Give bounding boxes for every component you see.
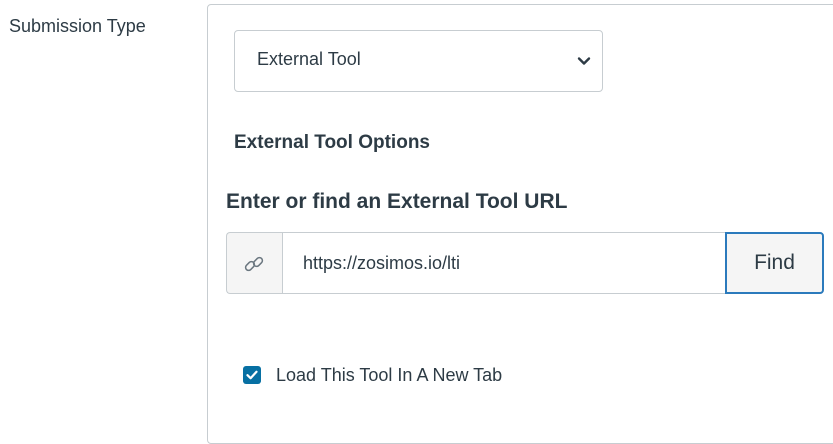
url-prefix-addon	[226, 232, 282, 294]
find-button[interactable]: Find	[725, 232, 824, 294]
load-in-new-tab-option[interactable]: Load This Tool In A New Tab	[243, 363, 502, 387]
load-in-new-tab-label: Load This Tool In A New Tab	[276, 364, 503, 385]
external-tool-url-heading: Enter or find an External Tool URL	[226, 190, 568, 213]
submission-type-selected-value: External Tool	[257, 49, 361, 69]
external-tool-options-heading: External Tool Options	[234, 132, 430, 153]
submission-type-label: Submission Type	[9, 16, 146, 36]
submission-type-select[interactable]: External Tool	[234, 30, 603, 92]
load-in-new-tab-checkbox[interactable]	[243, 366, 261, 384]
external-tool-url-input[interactable]	[282, 232, 726, 294]
external-tool-url-group: Find	[226, 232, 824, 294]
checkmark-icon	[246, 370, 258, 380]
link-icon	[244, 256, 264, 272]
chevron-down-icon	[576, 53, 592, 69]
